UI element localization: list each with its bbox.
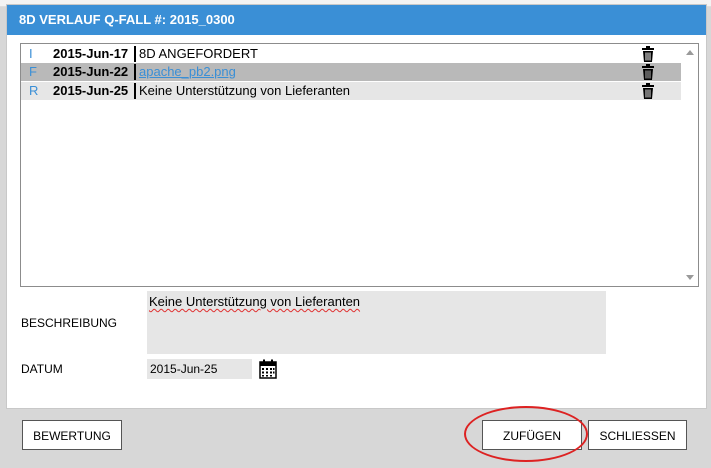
date-value: 2015-Jun-25 (150, 362, 218, 376)
vertical-scrollbar[interactable] (682, 44, 698, 286)
dialog-title: 8D VERLAUF Q-FALL #: 2015_0300 (19, 12, 235, 27)
description-textarea[interactable]: Keine Unterstützung von Lieferanten (147, 291, 606, 354)
entry-date: 2015-Jun-25 (53, 83, 129, 98)
entry-text: 8D ANGEFORDERT (139, 46, 258, 61)
column-separator (134, 83, 136, 99)
column-separator (134, 46, 136, 62)
trash-icon[interactable] (641, 64, 655, 80)
close-button[interactable]: SCHLIESSEN (588, 420, 687, 450)
date-label: DATUM (21, 362, 63, 376)
list-item[interactable]: F 2015-Jun-22 apache_pb2.png (21, 63, 681, 81)
list-item[interactable]: I 2015-Jun-17 8D ANGEFORDERT (21, 45, 681, 63)
description-text: Keine Unterstützung von Lieferanten (149, 294, 361, 309)
history-list[interactable]: I 2015-Jun-17 8D ANGEFORDERT F 2015-Jun-… (20, 43, 699, 287)
scroll-up-arrow-icon[interactable] (686, 50, 694, 55)
trash-icon[interactable] (641, 46, 655, 62)
history-dialog: 8D VERLAUF Q-FALL #: 2015_0300 I 2015-Ju… (6, 4, 707, 409)
entry-file-link[interactable]: apache_pb2.png (139, 63, 236, 81)
scroll-down-arrow-icon[interactable] (686, 275, 694, 280)
entry-code: R (29, 83, 39, 98)
bewertung-button[interactable]: BEWERTUNG (22, 420, 122, 450)
entry-text: Keine Unterstützung von Lieferanten (139, 83, 351, 98)
list-item[interactable]: R 2015-Jun-25 Keine Unterstützung von Li… (21, 82, 681, 100)
description-label: BESCHREIBUNG (21, 316, 118, 330)
entry-code: F (29, 64, 37, 79)
entry-date: 2015-Jun-17 (53, 46, 129, 61)
highlight-annotation (464, 406, 588, 462)
entry-code: I (29, 46, 33, 61)
trash-icon[interactable] (641, 83, 655, 99)
date-input[interactable]: 2015-Jun-25 (147, 359, 252, 379)
column-separator (134, 64, 136, 80)
entry-date: 2015-Jun-22 (53, 64, 129, 79)
calendar-icon[interactable] (259, 359, 277, 379)
dialog-titlebar: 8D VERLAUF Q-FALL #: 2015_0300 (7, 5, 706, 35)
